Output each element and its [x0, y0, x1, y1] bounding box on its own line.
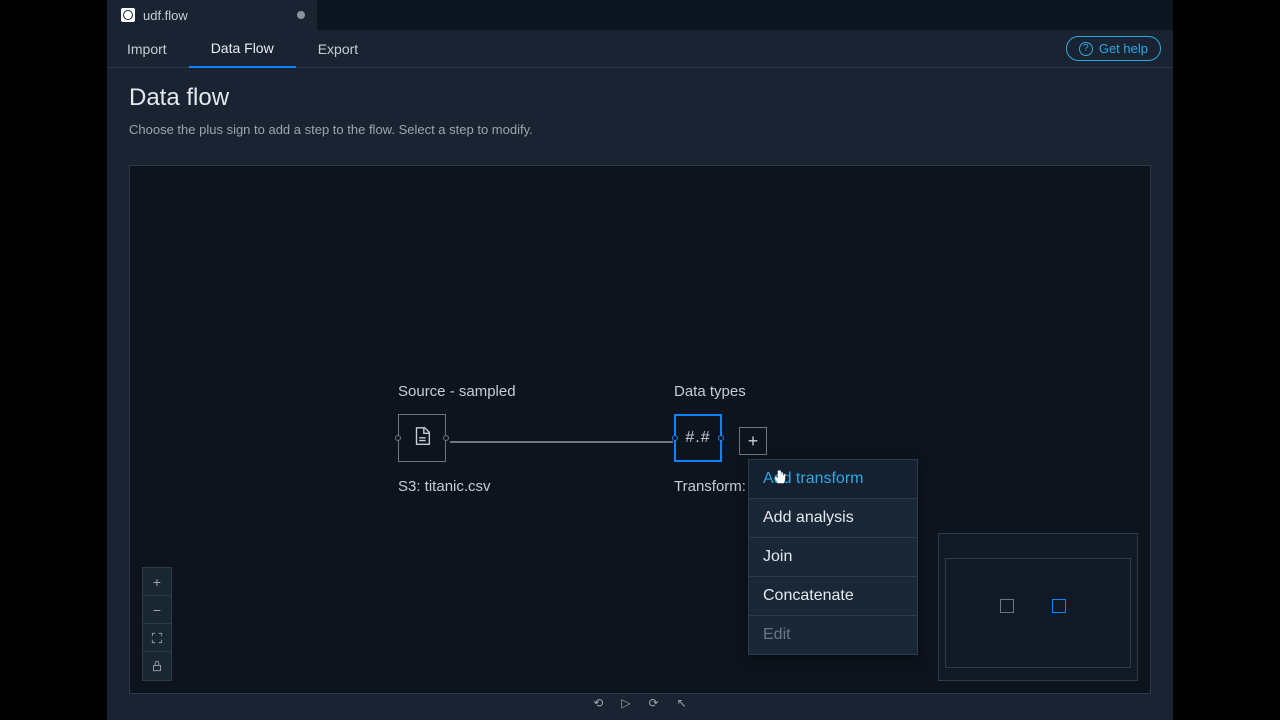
menu-add-transform[interactable]: Add transform: [749, 460, 917, 499]
app-icon: [121, 8, 135, 22]
nav-export[interactable]: Export: [296, 30, 380, 67]
minimap-node: [1000, 599, 1014, 613]
types-node-title: Data types: [674, 383, 754, 400]
nav-data-flow[interactable]: Data Flow: [189, 31, 296, 68]
zoom-in-button[interactable]: +: [143, 568, 171, 596]
zoom-controls: + −: [142, 567, 172, 681]
context-menu: Add transform Add analysis Join Concaten…: [748, 459, 918, 655]
add-step-button[interactable]: +: [739, 427, 767, 455]
file-icon: [411, 425, 433, 452]
port-icon[interactable]: [718, 435, 724, 441]
nav-import[interactable]: Import: [127, 30, 189, 67]
minimap[interactable]: [938, 533, 1138, 681]
toolbar-icon[interactable]: ⟲: [593, 696, 603, 710]
page-subtitle: Choose the plus sign to add a step to th…: [129, 122, 1151, 137]
flow-canvas[interactable]: Source - sampled S3: titanic.csv Data ty…: [129, 165, 1151, 694]
toolbar-icon[interactable]: ↖: [677, 696, 687, 710]
menu-add-analysis[interactable]: Add analysis: [749, 499, 917, 538]
tab-title: udf.flow: [143, 8, 188, 23]
toolbar-icon[interactable]: ▷: [621, 696, 630, 710]
menu-edit[interactable]: Edit: [749, 616, 917, 654]
toolbar-icon[interactable]: ⟳: [649, 696, 659, 710]
hash-icon: #.#: [685, 429, 710, 447]
minimap-node: [1052, 599, 1066, 613]
source-node[interactable]: [398, 414, 446, 462]
port-icon[interactable]: [672, 435, 678, 441]
edge: [450, 441, 673, 443]
bottom-toolbar: ⟲ ▷ ⟳ ↖: [593, 696, 686, 710]
menu-join[interactable]: Join: [749, 538, 917, 577]
unsaved-dot-icon: [297, 11, 305, 19]
types-node[interactable]: #.#: [674, 414, 722, 462]
get-help-button[interactable]: ? Get help: [1066, 36, 1161, 61]
zoom-out-button[interactable]: −: [143, 596, 171, 624]
help-icon: ?: [1079, 42, 1093, 56]
port-icon[interactable]: [443, 435, 449, 441]
types-node-subtitle: Transform: t: [674, 478, 754, 495]
help-label: Get help: [1099, 41, 1148, 56]
lock-button[interactable]: [143, 652, 171, 680]
menu-concatenate[interactable]: Concatenate: [749, 577, 917, 616]
source-node-subtitle: S3: titanic.csv: [398, 478, 516, 495]
file-tab[interactable]: udf.flow: [107, 0, 317, 30]
source-node-title: Source - sampled: [398, 383, 516, 400]
page-title: Data flow: [129, 84, 1151, 112]
nav-bar: Import Data Flow Export ? Get help: [107, 30, 1173, 68]
fit-button[interactable]: [143, 624, 171, 652]
tab-bar: udf.flow: [107, 0, 1173, 30]
port-icon[interactable]: [395, 435, 401, 441]
